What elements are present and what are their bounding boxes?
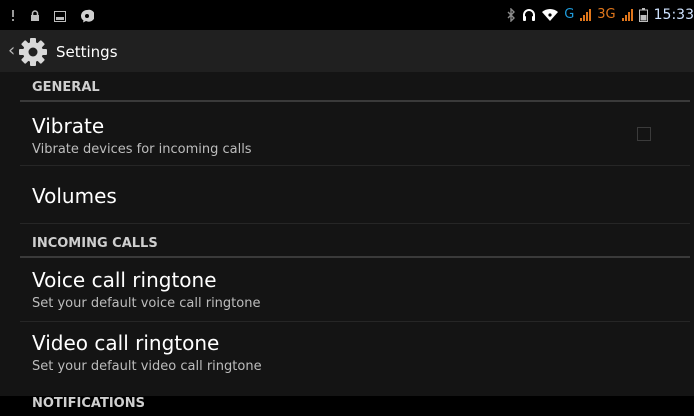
vibrate-checkbox[interactable] (637, 127, 651, 141)
wifi-icon (542, 8, 559, 22)
video-call-ringtone-preference[interactable]: Video call ringtone Set your default vid… (20, 322, 690, 384)
settings-gear-icon[interactable] (18, 37, 48, 71)
lock-icon (30, 10, 40, 22)
pref-summary: Set your default video call ringtone (32, 359, 262, 374)
headset-icon (522, 8, 536, 22)
clock: 15:33 (653, 7, 694, 23)
section-header-incoming-calls: INCOMING CALLS (20, 228, 690, 258)
bluetooth-icon (507, 8, 516, 22)
notification-icons (10, 9, 94, 23)
pref-title: Volumes (32, 184, 117, 208)
action-bar: ‹ Settings (0, 30, 694, 72)
pref-title: Vibrate (32, 114, 105, 138)
voice-call-ringtone-preference[interactable]: Voice call ringtone Set your default voi… (20, 258, 690, 322)
settings-list: GENERAL Vibrate Vibrate devices for inco… (0, 72, 694, 411)
status-bar: G 3G 15:33 (0, 0, 694, 30)
back-caret-icon[interactable]: ‹ (8, 41, 15, 61)
section-header-notifications: NOTIFICATIONS (32, 396, 145, 411)
volumes-preference[interactable]: Volumes (20, 166, 690, 224)
screenshot-icon (54, 10, 66, 22)
signal-icon (621, 9, 633, 21)
system-status-icons: G 3G 15:33 (507, 7, 694, 23)
pref-title: Voice call ringtone (32, 268, 217, 292)
network-type-g: G (564, 7, 575, 22)
pref-summary: Set your default voice call ringtone (32, 296, 261, 311)
network-type-3g: 3G (597, 7, 616, 22)
pref-summary: Vibrate devices for incoming calls (32, 142, 252, 157)
app-notification-icon (80, 9, 94, 23)
signal-icon (580, 9, 592, 21)
vibrate-preference[interactable]: Vibrate Vibrate devices for incoming cal… (20, 102, 690, 166)
pref-title: Video call ringtone (32, 331, 220, 355)
section-header-general: GENERAL (20, 72, 690, 102)
battery-icon (638, 8, 648, 22)
page-title: Settings (56, 43, 118, 61)
usb-debug-icon (10, 10, 16, 22)
